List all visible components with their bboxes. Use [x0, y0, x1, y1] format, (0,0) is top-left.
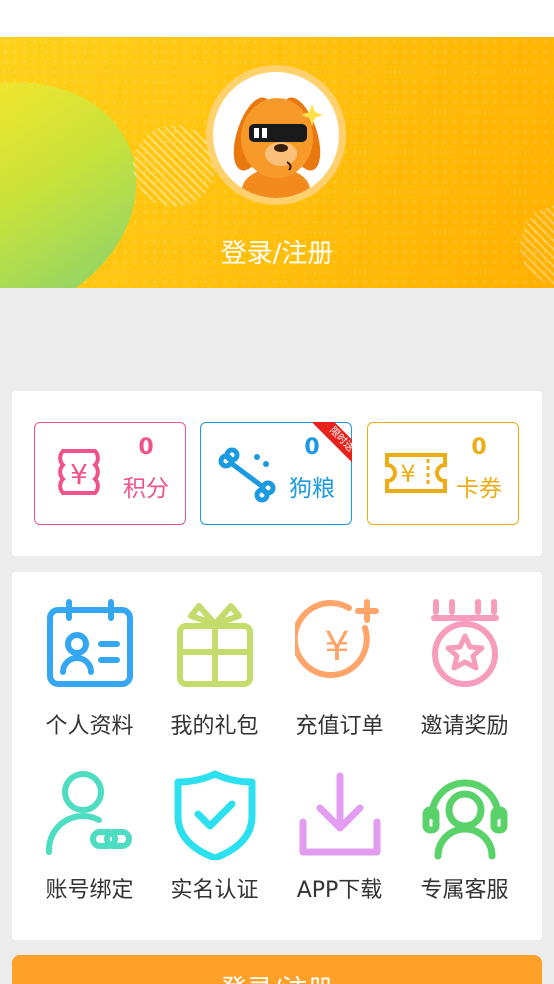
- menu-label-binding: 账号绑定: [45, 878, 134, 903]
- points-box[interactable]: ¥ 0 积分: [34, 422, 186, 525]
- download-icon: [299, 772, 381, 856]
- menu-item-download[interactable]: APP下载: [277, 740, 402, 903]
- bone-icon: [218, 447, 276, 503]
- wallet-panel: ¥ 0 积分 0 狗粮 限时送 ¥ 0 卡券: [12, 391, 542, 556]
- login-register-button[interactable]: 登录/注册: [12, 955, 542, 984]
- gift-icon: [177, 603, 253, 687]
- menu-label-verify: 实名认证: [170, 878, 259, 903]
- dogfood-box[interactable]: 0 狗粮 限时送: [200, 422, 352, 525]
- svg-text:¥: ¥: [324, 624, 349, 670]
- shield-check-icon: [174, 770, 256, 860]
- avatar[interactable]: [213, 72, 339, 198]
- menu-item-service[interactable]: 专属客服: [402, 740, 527, 903]
- decorative-circle: [133, 125, 215, 207]
- menu-item-binding[interactable]: 账号绑定: [27, 740, 152, 903]
- menu-label-recharge: 充值订单: [295, 714, 384, 739]
- menu-label-download: APP下载: [296, 878, 383, 903]
- coupons-box[interactable]: ¥ 0 卡券: [367, 422, 519, 525]
- login-register-link[interactable]: 登录/注册: [0, 233, 554, 270]
- status-bar: [0, 0, 554, 37]
- menu-item-gifts[interactable]: 我的礼包: [152, 572, 277, 739]
- ticket-icon: ¥: [385, 453, 447, 493]
- coin-stack-icon: ¥: [58, 449, 100, 495]
- user-link-icon: [45, 771, 132, 855]
- menu-grid: 个人资料 我的礼包 ¥ 充值订单 邀请奖励 账号绑定 实名认证 APP下载 专属…: [12, 572, 542, 940]
- svg-text:¥: ¥: [70, 458, 88, 491]
- svg-text:¥: ¥: [400, 460, 415, 488]
- points-value: 0: [138, 435, 154, 460]
- menu-label-invite: 邀请奖励: [420, 714, 509, 739]
- menu-item-profile[interactable]: 个人资料: [27, 572, 152, 739]
- limited-badge: 限时送: [304, 422, 352, 470]
- menu-label-profile: 个人资料: [45, 714, 134, 739]
- menu-label-service: 专属客服: [420, 878, 509, 903]
- headset-icon: [422, 779, 508, 860]
- menu-item-verify[interactable]: 实名认证: [152, 740, 277, 903]
- points-label: 积分: [123, 476, 169, 502]
- yen-add-icon: ¥: [295, 599, 379, 679]
- profile-card-icon: [47, 599, 133, 687]
- dog-mascot-icon: [233, 97, 323, 198]
- menu-item-recharge[interactable]: ¥ 充值订单: [277, 572, 402, 739]
- medal-icon: [431, 599, 499, 687]
- menu-item-invite[interactable]: 邀请奖励: [402, 572, 527, 739]
- menu-label-gifts: 我的礼包: [170, 714, 259, 739]
- coupons-value: 0: [471, 435, 487, 460]
- coupons-label: 卡券: [456, 476, 502, 502]
- dogfood-label: 狗粮: [289, 476, 335, 502]
- profile-header: 登录/注册: [0, 37, 554, 288]
